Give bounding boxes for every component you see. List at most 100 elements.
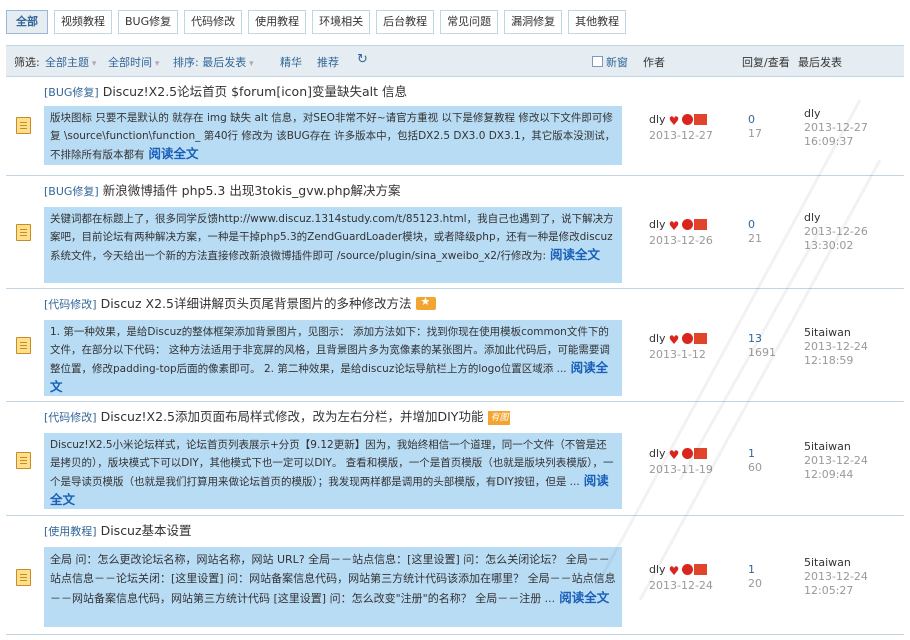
- author-medals: ♥: [669, 448, 707, 463]
- heart-medal-icon: ♥: [668, 114, 680, 128]
- tab-environment[interactable]: 环境相关: [312, 10, 371, 34]
- thread-subject-link[interactable]: 新浪微博插件 php5.3 出现3tokis_gvw.php解决方案: [103, 183, 401, 198]
- last-post-column-header: 最后发表: [798, 56, 842, 69]
- read-more-link[interactable]: 阅读全文: [550, 247, 600, 262]
- sort-dropdown[interactable]: 排序: 最后发表: [173, 54, 254, 70]
- last-post-time: 13:30:02: [804, 239, 854, 252]
- thread-icon[interactable]: [16, 452, 31, 469]
- thread-counts: 1 20: [748, 563, 762, 591]
- thread-title: [使用教程] Discuz基本设置: [44, 520, 192, 539]
- badge-medal-icon: [681, 219, 693, 230]
- reply-count[interactable]: 0: [748, 218, 762, 232]
- thread-subject-link[interactable]: Discuz!X2.5论坛首页 $forum[icon]变量缺失alt 信息: [103, 84, 407, 99]
- thread-title: [BUG修复] 新浪微博插件 php5.3 出现3tokis_gvw.php解决…: [44, 180, 400, 199]
- author-medals: ♥: [669, 564, 707, 579]
- thread-category-link[interactable]: [代码修改]: [44, 411, 97, 424]
- reply-count[interactable]: 1: [748, 563, 762, 577]
- tab-other-tutorials[interactable]: 其他教程: [568, 10, 627, 34]
- all-time-dropdown[interactable]: 全部时间: [108, 54, 159, 70]
- view-count: 60: [748, 461, 762, 474]
- thread-category-link[interactable]: [BUG修复]: [44, 185, 99, 198]
- view-count: 1691: [748, 346, 776, 359]
- thread-counts: 1 60: [748, 447, 762, 475]
- last-post-date[interactable]: 2013-12-26: [804, 225, 868, 239]
- thread-row: [代码修改] Discuz X2.5详细讲解页头页尾背景图片的多种修改方法 1.…: [6, 289, 904, 402]
- reply-count[interactable]: 1: [748, 447, 762, 461]
- view-count: 21: [748, 232, 762, 245]
- thread-author: dly ♥ 2013-1-12: [649, 332, 707, 362]
- last-poster-link[interactable]: 5itaiwan: [804, 440, 868, 454]
- thread-category-link[interactable]: [代码修改]: [44, 298, 97, 311]
- thread-row: [使用教程] Discuz基本设置 全局 问：怎么更改论坛名称，网站名称，网站 …: [6, 516, 904, 635]
- tab-usage-tutorials[interactable]: 使用教程: [248, 10, 307, 34]
- site-medal-icon: [693, 219, 707, 230]
- last-post: dly 2013-12-26 13:30:02: [804, 211, 868, 253]
- tab-video-tutorials[interactable]: 视频教程: [54, 10, 112, 34]
- thread-author: dly ♥ 2013-12-27: [649, 113, 713, 143]
- thread-excerpt-text: 全局 问：怎么更改论坛名称，网站名称，网站 URL? 全局－－站点信息：[这里设…: [50, 553, 616, 605]
- post-date: 2013-12-27: [649, 129, 713, 142]
- all-topics-dropdown[interactable]: 全部主题: [45, 54, 96, 70]
- thread-subject-link[interactable]: Discuz基本设置: [101, 523, 192, 538]
- hot-thread-icon: [416, 295, 437, 310]
- badge-medal-icon: [681, 564, 693, 575]
- site-medal-icon: [693, 114, 707, 125]
- thread-subject-link[interactable]: Discuz X2.5详细讲解页头页尾背景图片的多种修改方法: [101, 296, 412, 311]
- view-count: 20: [748, 577, 762, 590]
- last-post-date[interactable]: 2013-12-24: [804, 570, 868, 584]
- last-post-date[interactable]: 2013-12-24: [804, 454, 868, 468]
- reply-count[interactable]: 0: [748, 113, 762, 127]
- has-image-badge: 有图: [488, 411, 511, 425]
- author-name-link[interactable]: dly: [649, 218, 666, 231]
- thread-icon[interactable]: [16, 117, 31, 134]
- author-name-link[interactable]: dly: [649, 113, 666, 126]
- thread-excerpt: 版块图标 只要不是默认的 就存在 img 缺失 alt 信息，对SEO非常不好~…: [44, 106, 622, 165]
- read-more-link[interactable]: 阅读全文: [149, 146, 199, 161]
- thread-subject-link[interactable]: Discuz!X2.5添加页面布局样式修改，改为左右分栏，并增加DIY功能: [101, 409, 484, 424]
- new-window-label: 新窗: [606, 56, 628, 69]
- last-post: dly 2013-12-27 16:09:37: [804, 107, 868, 149]
- recommend-link[interactable]: 推荐: [317, 54, 339, 70]
- thread-author: dly ♥ 2013-11-19: [649, 447, 713, 477]
- tab-all[interactable]: 全部: [6, 10, 48, 34]
- read-more-link[interactable]: 阅读全文: [559, 590, 609, 605]
- thread-icon[interactable]: [16, 224, 31, 241]
- last-poster-link[interactable]: dly: [804, 211, 868, 225]
- thread-counts: 0 17: [748, 113, 762, 141]
- tab-bug-fixes[interactable]: BUG修复: [118, 10, 179, 34]
- heart-medal-icon: ♥: [668, 448, 680, 462]
- last-post: 5itaiwan 2013-12-24 12:18:59: [804, 326, 868, 368]
- author-name-link[interactable]: dly: [649, 332, 666, 345]
- thread-excerpt: 全局 问：怎么更改论坛名称，网站名称，网站 URL? 全局－－站点信息：[这里设…: [44, 547, 622, 627]
- tab-code-changes[interactable]: 代码修改: [184, 10, 243, 34]
- last-poster-link[interactable]: dly: [804, 107, 868, 121]
- author-name-link[interactable]: dly: [649, 563, 666, 576]
- tab-admin-tutorials[interactable]: 后台教程: [376, 10, 435, 34]
- last-poster-link[interactable]: 5itaiwan: [804, 326, 868, 340]
- last-post-time: 12:18:59: [804, 354, 854, 367]
- replies-column-header: 回复/查看: [742, 56, 790, 69]
- thread-excerpt-text: 1. 第一种效果，是给Discuz的整体框架添加背景图片，见图示： 添加方法如下…: [50, 326, 610, 375]
- tab-faq[interactable]: 常见问题: [440, 10, 499, 34]
- refresh-icon[interactable]: ↻: [357, 52, 368, 67]
- thread-category-link[interactable]: [使用教程]: [44, 525, 97, 538]
- thread-excerpt-text: 版块图标 只要不是默认的 就存在 img 缺失 alt 信息，对SEO非常不好~…: [50, 112, 616, 161]
- site-medal-icon: [693, 448, 707, 459]
- thread-icon[interactable]: [16, 569, 31, 586]
- reply-count[interactable]: 13: [748, 332, 776, 346]
- digest-link[interactable]: 精华: [280, 54, 302, 70]
- last-post-date[interactable]: 2013-12-27: [804, 121, 868, 135]
- last-post-date[interactable]: 2013-12-24: [804, 340, 868, 354]
- new-window-toggle[interactable]: 新窗: [592, 54, 628, 70]
- last-post-time: 16:09:37: [804, 135, 854, 148]
- thread-excerpt: 关键词都在标题上了，很多同学反馈http://www.discuz.1314st…: [44, 207, 622, 283]
- last-poster-link[interactable]: 5itaiwan: [804, 556, 868, 570]
- thread-row: [BUG修复] Discuz!X2.5论坛首页 $forum[icon]变量缺失…: [6, 77, 904, 176]
- thread-category-link[interactable]: [BUG修复]: [44, 86, 99, 99]
- last-post: 5itaiwan 2013-12-24 12:09:44: [804, 440, 868, 482]
- new-window-checkbox[interactable]: [592, 56, 603, 67]
- author-name-link[interactable]: dly: [649, 447, 666, 460]
- thread-icon[interactable]: [16, 337, 31, 354]
- site-medal-icon: [693, 333, 707, 344]
- tab-vulnerability-fixes[interactable]: 漏洞修复: [504, 10, 563, 34]
